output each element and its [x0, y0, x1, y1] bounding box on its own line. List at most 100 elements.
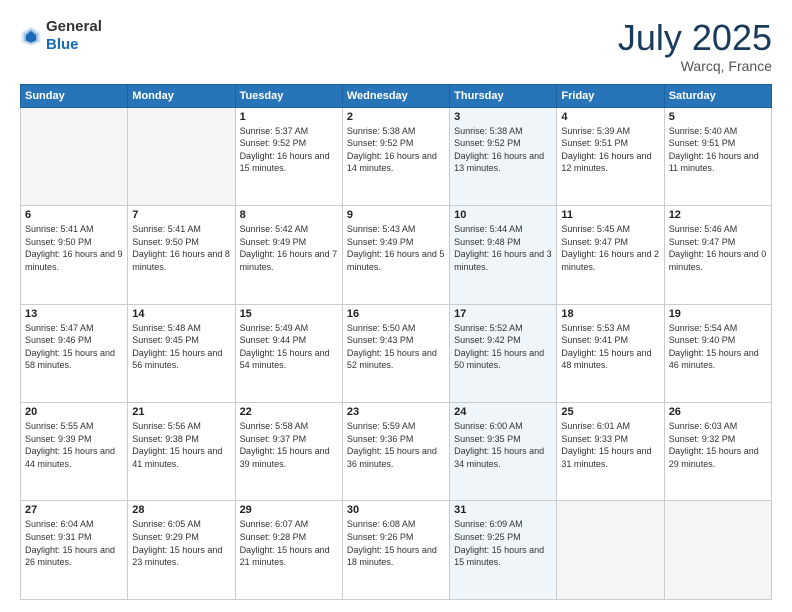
- day-info: Sunrise: 6:09 AMSunset: 9:25 PMDaylight:…: [454, 519, 544, 567]
- day-info: Sunrise: 5:48 AMSunset: 9:45 PMDaylight:…: [132, 323, 222, 371]
- day-info: Sunrise: 6:03 AMSunset: 9:32 PMDaylight:…: [669, 421, 759, 469]
- day-number: 9: [347, 209, 445, 221]
- day-number: 15: [240, 308, 338, 320]
- weekday-tuesday: Tuesday: [235, 84, 342, 107]
- calendar-cell: 13 Sunrise: 5:47 AMSunset: 9:46 PMDayligh…: [21, 304, 128, 402]
- day-number: 25: [561, 406, 659, 418]
- title-block: July 2025 Warcq, France: [618, 18, 772, 74]
- calendar-cell: 15 Sunrise: 5:49 AMSunset: 9:44 PMDayligh…: [235, 304, 342, 402]
- day-info: Sunrise: 5:56 AMSunset: 9:38 PMDaylight:…: [132, 421, 222, 469]
- logo-blue: Blue: [46, 36, 79, 53]
- week-row-2: 13 Sunrise: 5:47 AMSunset: 9:46 PMDayligh…: [21, 304, 772, 402]
- weekday-thursday: Thursday: [450, 84, 557, 107]
- calendar-cell: 31 Sunrise: 6:09 AMSunset: 9:25 PMDayligh…: [450, 501, 557, 600]
- day-number: 31: [454, 504, 552, 516]
- day-number: 11: [561, 209, 659, 221]
- week-row-1: 6Sunrise: 5:41 AMSunset: 9:50 PMDaylight…: [21, 206, 772, 304]
- day-info: Sunrise: 5:47 AMSunset: 9:46 PMDaylight:…: [25, 323, 115, 371]
- calendar-cell: 10 Sunrise: 5:44 AMSunset: 9:48 PMDayligh…: [450, 206, 557, 304]
- calendar-cell: [21, 107, 128, 205]
- calendar-cell: 14Sunrise: 5:48 AMSunset: 9:45 PMDayligh…: [128, 304, 235, 402]
- day-info: Sunrise: 6:05 AMSunset: 9:29 PMDaylight:…: [132, 519, 222, 567]
- page: General Blue July 2025 Warcq, France Sun…: [0, 0, 792, 612]
- calendar-cell: 12 Sunrise: 5:46 AMSunset: 9:47 PMDayligh…: [664, 206, 771, 304]
- day-info: Sunrise: 5:44 AMSunset: 9:48 PMDaylight:…: [454, 224, 552, 272]
- day-number: 5: [669, 111, 767, 123]
- calendar-cell: 17 Sunrise: 5:52 AMSunset: 9:42 PMDayligh…: [450, 304, 557, 402]
- calendar-cell: 23Sunrise: 5:59 AMSunset: 9:36 PMDayligh…: [342, 403, 449, 501]
- day-number: 4: [561, 111, 659, 123]
- day-number: 27: [25, 504, 123, 516]
- day-info: Sunrise: 6:07 AMSunset: 9:28 PMDaylight:…: [240, 519, 330, 567]
- logo-icon: [20, 25, 42, 47]
- calendar-cell: [557, 501, 664, 600]
- day-info: Sunrise: 5:39 AMSunset: 9:51 PMDaylight:…: [561, 126, 651, 174]
- calendar-location: Warcq, France: [618, 58, 772, 74]
- day-number: 8: [240, 209, 338, 221]
- week-row-3: 20Sunrise: 5:55 AMSunset: 9:39 PMDayligh…: [21, 403, 772, 501]
- calendar-cell: 25 Sunrise: 6:01 AMSunset: 9:33 PMDayligh…: [557, 403, 664, 501]
- calendar-cell: 19Sunrise: 5:54 AMSunset: 9:40 PMDayligh…: [664, 304, 771, 402]
- day-info: Sunrise: 5:38 AMSunset: 9:52 PMDaylight:…: [347, 126, 437, 174]
- day-info: Sunrise: 5:37 AMSunset: 9:52 PMDaylight:…: [240, 126, 330, 174]
- day-info: Sunrise: 5:54 AMSunset: 9:40 PMDaylight:…: [669, 323, 759, 371]
- day-number: 17: [454, 308, 552, 320]
- day-info: Sunrise: 6:04 AMSunset: 9:31 PMDaylight:…: [25, 519, 115, 567]
- day-number: 23: [347, 406, 445, 418]
- weekday-sunday: Sunday: [21, 84, 128, 107]
- calendar-cell: 5 Sunrise: 5:40 AMSunset: 9:51 PMDaylight…: [664, 107, 771, 205]
- day-number: 24: [454, 406, 552, 418]
- day-info: Sunrise: 6:00 AMSunset: 9:35 PMDaylight:…: [454, 421, 544, 469]
- calendar-cell: 28Sunrise: 6:05 AMSunset: 9:29 PMDayligh…: [128, 501, 235, 600]
- calendar-cell: 27 Sunrise: 6:04 AMSunset: 9:31 PMDayligh…: [21, 501, 128, 600]
- calendar-cell: 7 Sunrise: 5:41 AMSunset: 9:50 PMDaylight…: [128, 206, 235, 304]
- calendar-cell: 22Sunrise: 5:58 AMSunset: 9:37 PMDayligh…: [235, 403, 342, 501]
- calendar-cell: 9Sunrise: 5:43 AMSunset: 9:49 PMDaylight…: [342, 206, 449, 304]
- day-info: Sunrise: 5:58 AMSunset: 9:37 PMDaylight:…: [240, 421, 330, 469]
- calendar-cell: [664, 501, 771, 600]
- day-number: 1: [240, 111, 338, 123]
- weekday-wednesday: Wednesday: [342, 84, 449, 107]
- day-number: 13: [25, 308, 123, 320]
- day-info: Sunrise: 5:49 AMSunset: 9:44 PMDaylight:…: [240, 323, 330, 371]
- day-number: 30: [347, 504, 445, 516]
- day-number: 18: [561, 308, 659, 320]
- header: General Blue July 2025 Warcq, France: [20, 18, 772, 74]
- calendar-cell: 16Sunrise: 5:50 AMSunset: 9:43 PMDayligh…: [342, 304, 449, 402]
- day-number: 2: [347, 111, 445, 123]
- calendar-cell: 4 Sunrise: 5:39 AMSunset: 9:51 PMDaylight…: [557, 107, 664, 205]
- day-info: Sunrise: 6:08 AMSunset: 9:26 PMDaylight:…: [347, 519, 437, 567]
- day-info: Sunrise: 6:01 AMSunset: 9:33 PMDaylight:…: [561, 421, 651, 469]
- calendar-cell: 6Sunrise: 5:41 AMSunset: 9:50 PMDaylight…: [21, 206, 128, 304]
- day-info: Sunrise: 5:41 AMSunset: 9:50 PMDaylight:…: [25, 224, 123, 272]
- calendar-cell: [128, 107, 235, 205]
- calendar-cell: 29 Sunrise: 6:07 AMSunset: 9:28 PMDayligh…: [235, 501, 342, 600]
- day-number: 7: [132, 209, 230, 221]
- day-number: 26: [669, 406, 767, 418]
- day-number: 29: [240, 504, 338, 516]
- day-info: Sunrise: 5:42 AMSunset: 9:49 PMDaylight:…: [240, 224, 338, 272]
- day-number: 3: [454, 111, 552, 123]
- calendar-table: SundayMondayTuesdayWednesdayThursdayFrid…: [20, 84, 772, 600]
- day-info: Sunrise: 5:46 AMSunset: 9:47 PMDaylight:…: [669, 224, 767, 272]
- day-info: Sunrise: 5:53 AMSunset: 9:41 PMDaylight:…: [561, 323, 651, 371]
- calendar-cell: 26 Sunrise: 6:03 AMSunset: 9:32 PMDayligh…: [664, 403, 771, 501]
- calendar-title: July 2025: [618, 18, 772, 58]
- day-info: Sunrise: 5:45 AMSunset: 9:47 PMDaylight:…: [561, 224, 659, 272]
- calendar-cell: 11 Sunrise: 5:45 AMSunset: 9:47 PMDayligh…: [557, 206, 664, 304]
- calendar-cell: 20Sunrise: 5:55 AMSunset: 9:39 PMDayligh…: [21, 403, 128, 501]
- calendar-cell: 21 Sunrise: 5:56 AMSunset: 9:38 PMDayligh…: [128, 403, 235, 501]
- day-info: Sunrise: 5:41 AMSunset: 9:50 PMDaylight:…: [132, 224, 230, 272]
- day-info: Sunrise: 5:38 AMSunset: 9:52 PMDaylight:…: [454, 126, 544, 174]
- day-number: 21: [132, 406, 230, 418]
- day-number: 12: [669, 209, 767, 221]
- calendar-cell: 24 Sunrise: 6:00 AMSunset: 9:35 PMDayligh…: [450, 403, 557, 501]
- day-number: 10: [454, 209, 552, 221]
- day-info: Sunrise: 5:40 AMSunset: 9:51 PMDaylight:…: [669, 126, 759, 174]
- weekday-header-row: SundayMondayTuesdayWednesdayThursdayFrid…: [21, 84, 772, 107]
- weekday-friday: Friday: [557, 84, 664, 107]
- day-info: Sunrise: 5:52 AMSunset: 9:42 PMDaylight:…: [454, 323, 544, 371]
- logo: General Blue: [20, 18, 102, 54]
- weekday-saturday: Saturday: [664, 84, 771, 107]
- calendar-cell: 2 Sunrise: 5:38 AMSunset: 9:52 PMDaylight…: [342, 107, 449, 205]
